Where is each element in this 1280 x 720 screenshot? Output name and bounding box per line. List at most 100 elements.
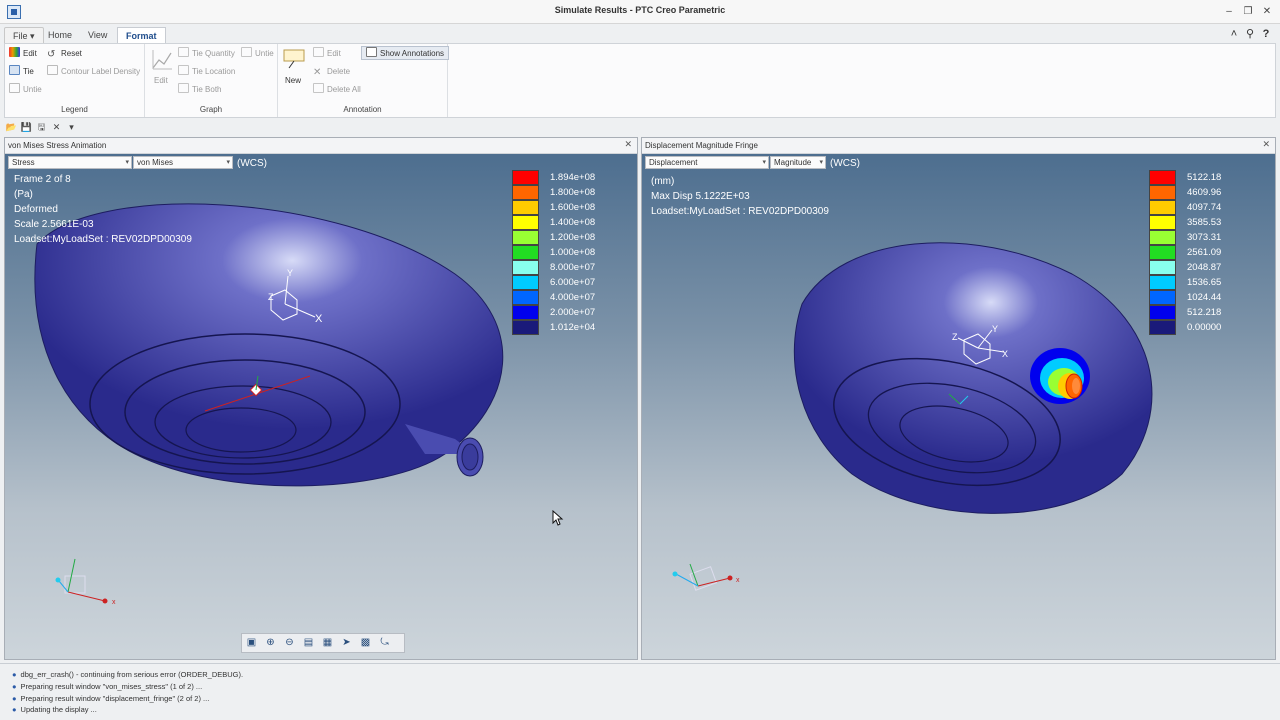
save-icon[interactable]: 💾 bbox=[19, 122, 34, 133]
legend-value: 1.200e+08 bbox=[550, 232, 596, 243]
legend-value: 2.000e+07 bbox=[550, 307, 596, 318]
annotation-new-label: New bbox=[285, 76, 302, 85]
zoom-out-icon[interactable]: ⊖ bbox=[280, 634, 299, 652]
triad-x-label: x bbox=[112, 599, 116, 606]
legend-swatch bbox=[1149, 260, 1176, 275]
tie-quantity-button[interactable]: Tie Quantity bbox=[178, 47, 235, 61]
legend-value: 1536.65 bbox=[1187, 277, 1222, 288]
annotation-new-button[interactable]: New bbox=[282, 48, 308, 88]
close-window-icon[interactable]: ✕ bbox=[49, 122, 64, 133]
legend-value: 512.218 bbox=[1187, 307, 1222, 318]
legend-value: 0.00000 bbox=[1187, 322, 1222, 333]
annotation-delete-label: Delete bbox=[327, 67, 351, 76]
tie-icon bbox=[9, 65, 20, 75]
legend-tie-button[interactable]: Tie bbox=[9, 65, 34, 79]
legend-untie-button[interactable]: Untie bbox=[9, 83, 42, 97]
tab-home[interactable]: Home bbox=[40, 27, 80, 44]
annotation-delete-all-label: Delete All bbox=[327, 85, 361, 94]
restore-icon[interactable]: ❐ bbox=[1241, 5, 1255, 19]
graph-untie-icon bbox=[241, 47, 252, 57]
tie-both-icon bbox=[178, 83, 189, 93]
close-icon[interactable]: ✕ bbox=[1260, 5, 1274, 19]
minimize-icon[interactable]: – bbox=[1222, 5, 1236, 19]
displacement-window-close-icon[interactable]: ✕ bbox=[1262, 139, 1270, 150]
zoom-in-icon[interactable]: ⊕ bbox=[261, 634, 280, 652]
csys-y-label: Y bbox=[992, 324, 998, 334]
new-annotation-icon bbox=[283, 49, 305, 69]
view-triad bbox=[55, 558, 108, 604]
graph-edit-button[interactable]: Edit bbox=[151, 48, 173, 88]
stress-window-close-icon[interactable]: ✕ bbox=[624, 139, 632, 150]
repaint-icon[interactable]: ▤ bbox=[299, 634, 318, 652]
stress-viewport[interactable]: Stress ▾ von Mises ▾ (WCS) X Y Z x Frame… bbox=[5, 154, 637, 659]
legend-value: 1.800e+08 bbox=[550, 187, 596, 198]
legend-value: 1.894e+08 bbox=[550, 172, 596, 183]
tab-file[interactable]: File ▾ bbox=[4, 27, 44, 44]
legend-group-label: Legend bbox=[61, 105, 88, 114]
search-icon[interactable]: ⚲ bbox=[1242, 27, 1258, 40]
annotation-group: New Edit Show Annotations ✕ Delete Delete… bbox=[278, 44, 450, 117]
open-icon[interactable]: 📂 bbox=[4, 122, 19, 133]
tab-format[interactable]: Format bbox=[117, 27, 166, 44]
displacement-result-window[interactable]: Displacement Magnitude Fringe ✕ Displace… bbox=[641, 137, 1276, 660]
graph-edit-icon bbox=[152, 50, 172, 70]
frame-counter: Frame 2 of 8 bbox=[14, 174, 71, 185]
legend-edit-button[interactable]: Edit bbox=[9, 47, 37, 61]
legend-swatch bbox=[1149, 215, 1176, 230]
legend-swatch bbox=[512, 200, 539, 215]
loadset-label: Loadset:MyLoadSet : REV02DPD00309 bbox=[651, 206, 829, 217]
graph-group: Edit Tie Quantity Untie Tie Location Tie… bbox=[145, 44, 278, 117]
displacement-viewport[interactable]: Displacement ▾ Magnitude ▾ (WCS) X Y Z x… bbox=[642, 154, 1275, 659]
annotation-edit-button[interactable]: Edit bbox=[313, 47, 341, 61]
help-icon[interactable]: ? bbox=[1258, 28, 1274, 40]
tie-both-button[interactable]: Tie Both bbox=[178, 83, 222, 97]
legend-edit-label: Edit bbox=[23, 49, 37, 58]
show-annotations-button[interactable]: Show Annotations bbox=[361, 46, 450, 60]
mouse-pointer-icon bbox=[552, 510, 564, 526]
legend-reset-button[interactable]: ↺ Reset bbox=[47, 47, 82, 61]
save-as-icon[interactable]: 🖫 bbox=[34, 120, 49, 136]
orient-icon[interactable]: ⤿ bbox=[375, 634, 394, 652]
legend-swatch bbox=[512, 290, 539, 305]
message-line: ● Updating the display ... bbox=[12, 705, 97, 714]
tie-location-button[interactable]: Tie Location bbox=[178, 65, 235, 79]
legend-swatch bbox=[1149, 245, 1176, 260]
contour-label: Contour Label Density bbox=[61, 67, 141, 76]
deformed-tank-model bbox=[793, 242, 1153, 514]
legend-swatch bbox=[1149, 185, 1176, 200]
tab-view[interactable]: View bbox=[80, 27, 115, 44]
stress-result-window[interactable]: von Mises Stress Animation ✕ Stress ▾ von… bbox=[4, 137, 638, 660]
legend-swatch bbox=[1149, 305, 1176, 320]
legend-value: 4.000e+07 bbox=[550, 292, 596, 303]
saved-views-icon[interactable]: ▦ bbox=[318, 634, 337, 652]
scale-value: Scale 2.5661E-03 bbox=[14, 219, 94, 230]
display-style-icon[interactable]: ➤ bbox=[337, 634, 356, 652]
legend-value: 4609.96 bbox=[1187, 187, 1222, 198]
legend-value: 3073.31 bbox=[1187, 232, 1222, 243]
legend-swatch bbox=[512, 170, 539, 185]
legend-group: Edit ↺ Reset Tie Contour Label Density Un… bbox=[5, 44, 145, 117]
legend-swatch bbox=[512, 245, 539, 260]
collapse-ribbon-icon[interactable]: ˄ bbox=[1226, 28, 1242, 40]
annotation-delete-all-button[interactable]: Delete All bbox=[313, 83, 361, 97]
legend-swatch bbox=[512, 305, 539, 320]
info-bullet-icon: ● bbox=[12, 705, 17, 714]
legend-value: 3585.53 bbox=[1187, 217, 1222, 228]
annotation-delete-button[interactable]: ✕ Delete bbox=[313, 65, 350, 79]
tie-location-label: Tie Location bbox=[192, 67, 236, 76]
tie-both-label: Tie Both bbox=[192, 85, 222, 94]
qat-dropdown-icon[interactable]: ▾ bbox=[64, 122, 79, 133]
displacement-window-title: Displacement Magnitude Fringe bbox=[642, 138, 1275, 154]
stress-info-block: Frame 2 of 8 (Pa) Deformed Scale 2.5661E… bbox=[14, 172, 192, 247]
contour-label-density-button[interactable]: Contour Label Density bbox=[47, 65, 140, 79]
graph-untie-button[interactable]: Untie bbox=[241, 47, 274, 61]
legend-swatch bbox=[1149, 290, 1176, 305]
spin-center-icon[interactable]: ▩ bbox=[356, 634, 375, 652]
stress-units: (Pa) bbox=[14, 189, 33, 200]
legend-value: 1024.44 bbox=[1187, 292, 1222, 303]
refit-icon[interactable]: ▣ bbox=[242, 634, 261, 652]
tie-quantity-icon bbox=[178, 47, 189, 57]
csys-x-label: X bbox=[1002, 349, 1008, 359]
legend-swatch bbox=[512, 275, 539, 290]
view-toolbar: ▣ ⊕ ⊖ ▤ ▦ ➤ ▩ ⤿ bbox=[241, 633, 405, 653]
